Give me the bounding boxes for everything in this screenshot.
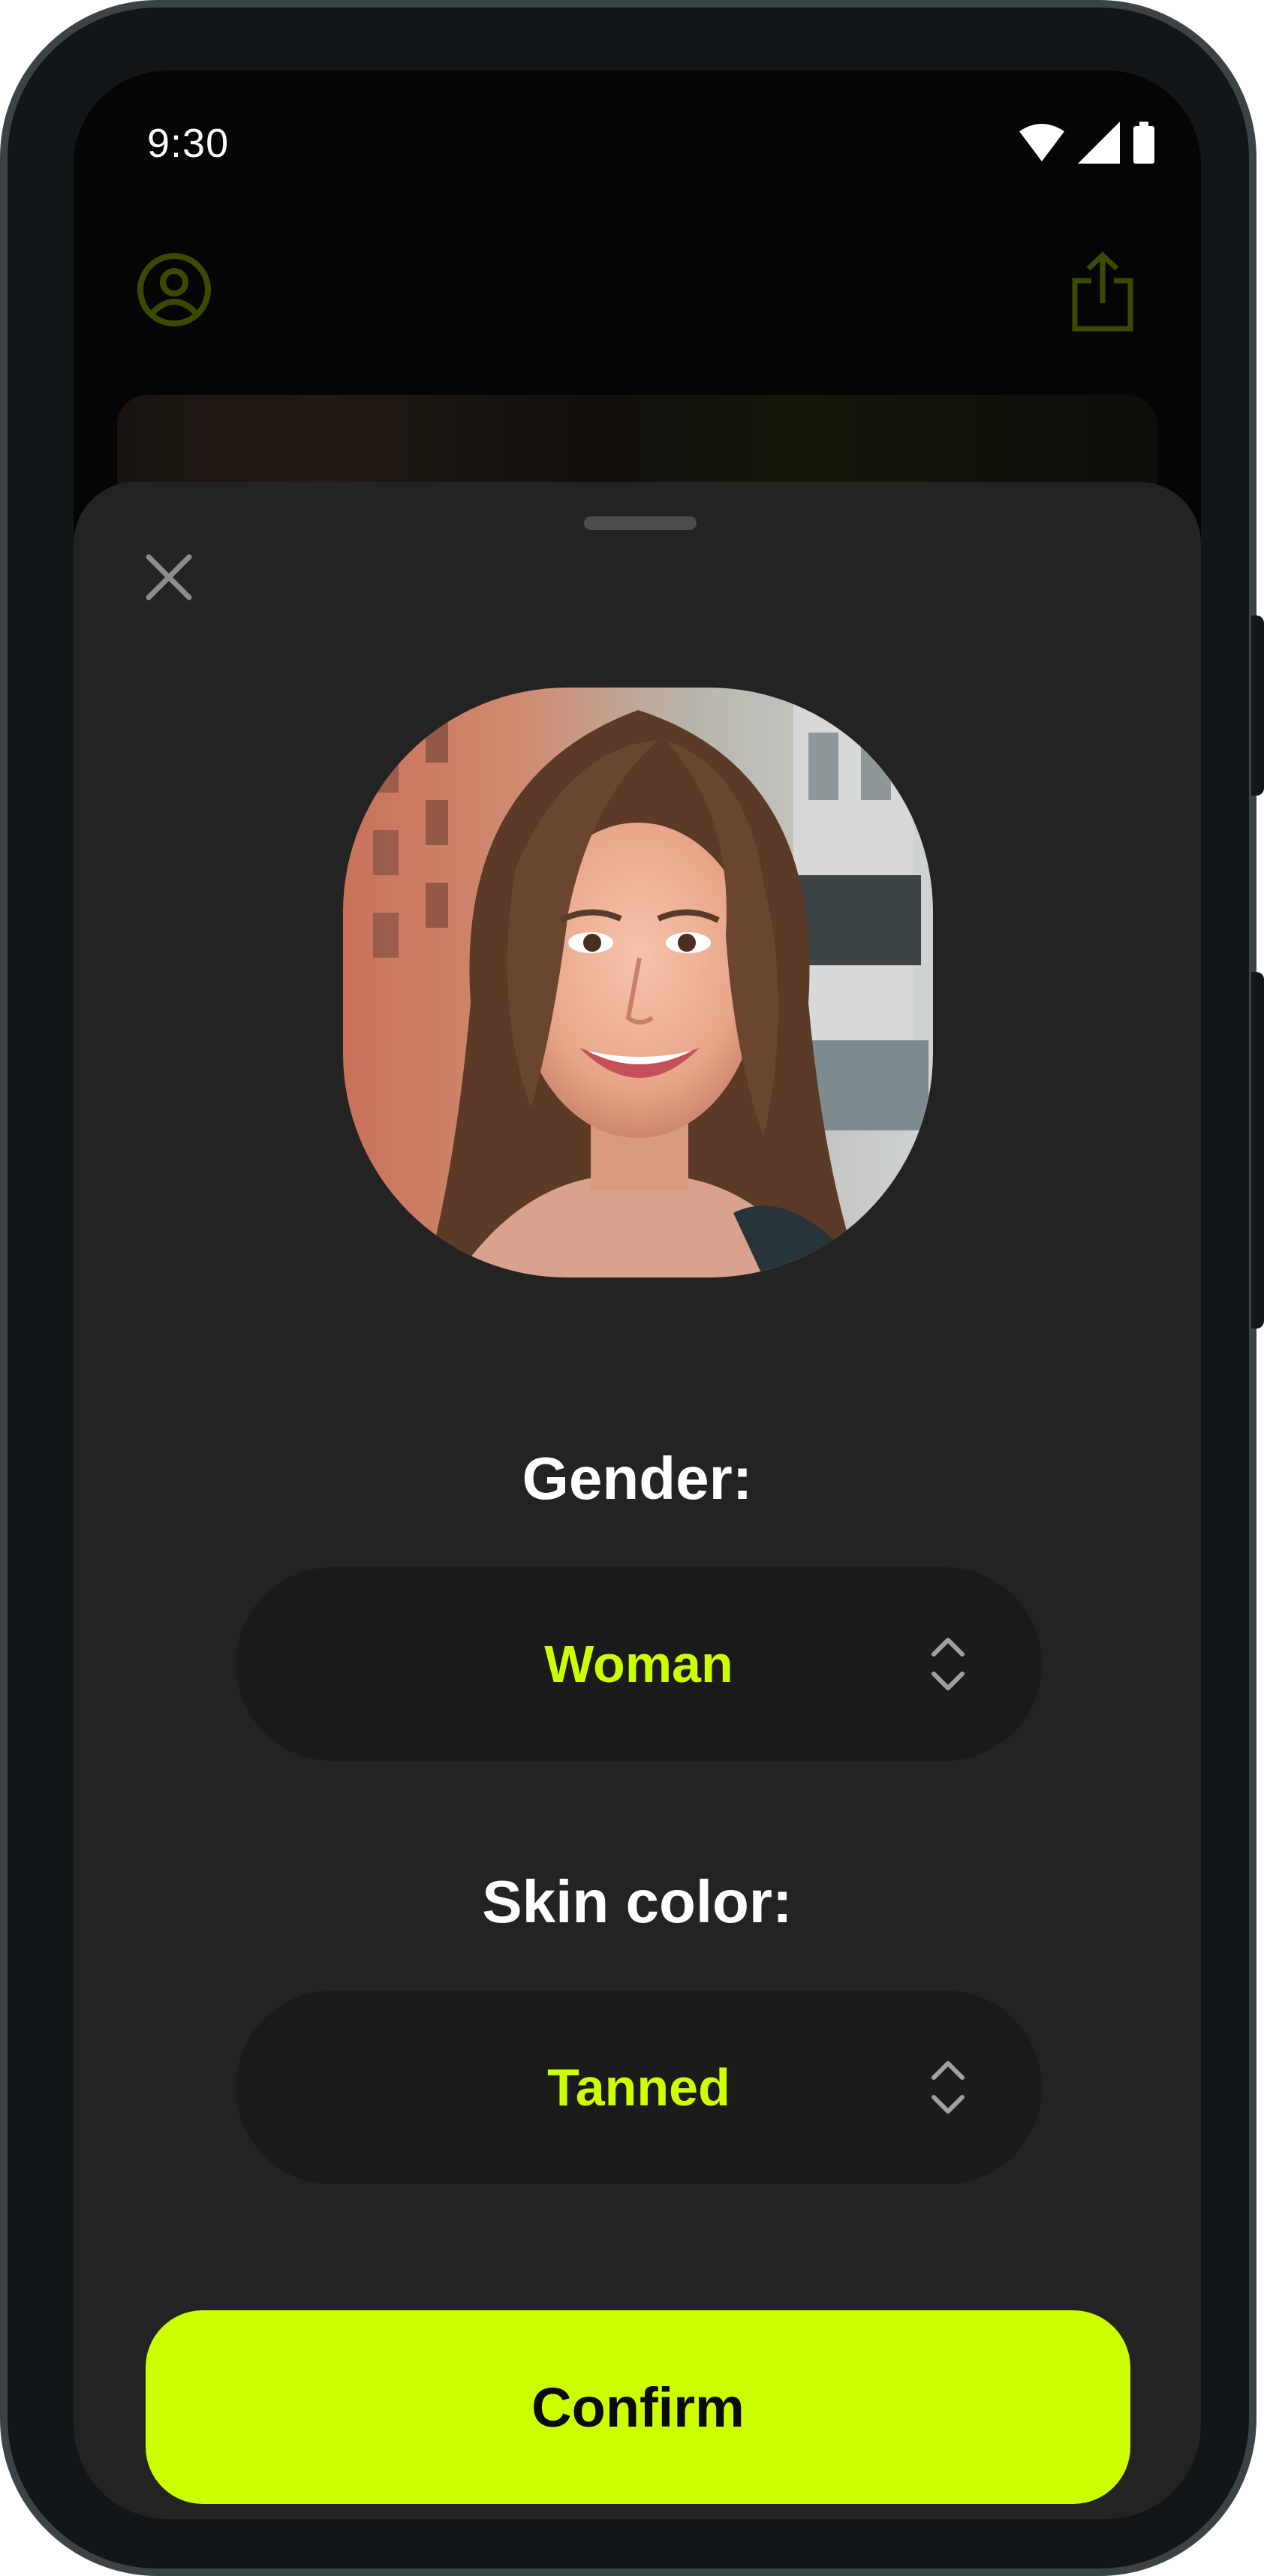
volume-button — [1251, 615, 1264, 796]
close-button[interactable] — [141, 549, 197, 605]
chevron-up-down-icon — [931, 1638, 965, 1690]
skin-color-label: Skin color: — [482, 1868, 793, 1935]
gender-value: Woman — [544, 1635, 733, 1693]
chevron-up-down-icon — [931, 2061, 965, 2114]
wifi-icon — [1019, 124, 1064, 161]
face-photo-image — [343, 688, 933, 1277]
battery-icon — [1133, 122, 1154, 164]
skin-color-select[interactable]: Tanned — [236, 1991, 1042, 2184]
phone-screen: 9:30 Gender: Woman Skin color: Tanned Co… — [74, 71, 1201, 2519]
gender-select[interactable]: Woman — [236, 1567, 1042, 1761]
face-photo — [343, 688, 933, 1277]
confirm-button[interactable]: Confirm — [146, 2310, 1130, 2504]
power-button — [1251, 972, 1264, 1329]
phone-frame: 9:30 Gender: Woman Skin color: Tanned Co… — [0, 0, 1256, 2576]
sheet-grabber[interactable] — [584, 516, 697, 530]
bottom-sheet: Gender: Woman Skin color: Tanned Confirm — [74, 482, 1201, 2519]
share-icon — [1072, 251, 1133, 332]
user-profile-icon — [137, 253, 211, 327]
status-time: 9:30 — [147, 121, 230, 166]
cellular-signal-icon — [1078, 122, 1120, 164]
gender-label: Gender: — [522, 1445, 753, 1512]
close-icon — [146, 554, 192, 600]
skin-color-value: Tanned — [547, 2058, 730, 2117]
status-icons — [1019, 122, 1154, 164]
